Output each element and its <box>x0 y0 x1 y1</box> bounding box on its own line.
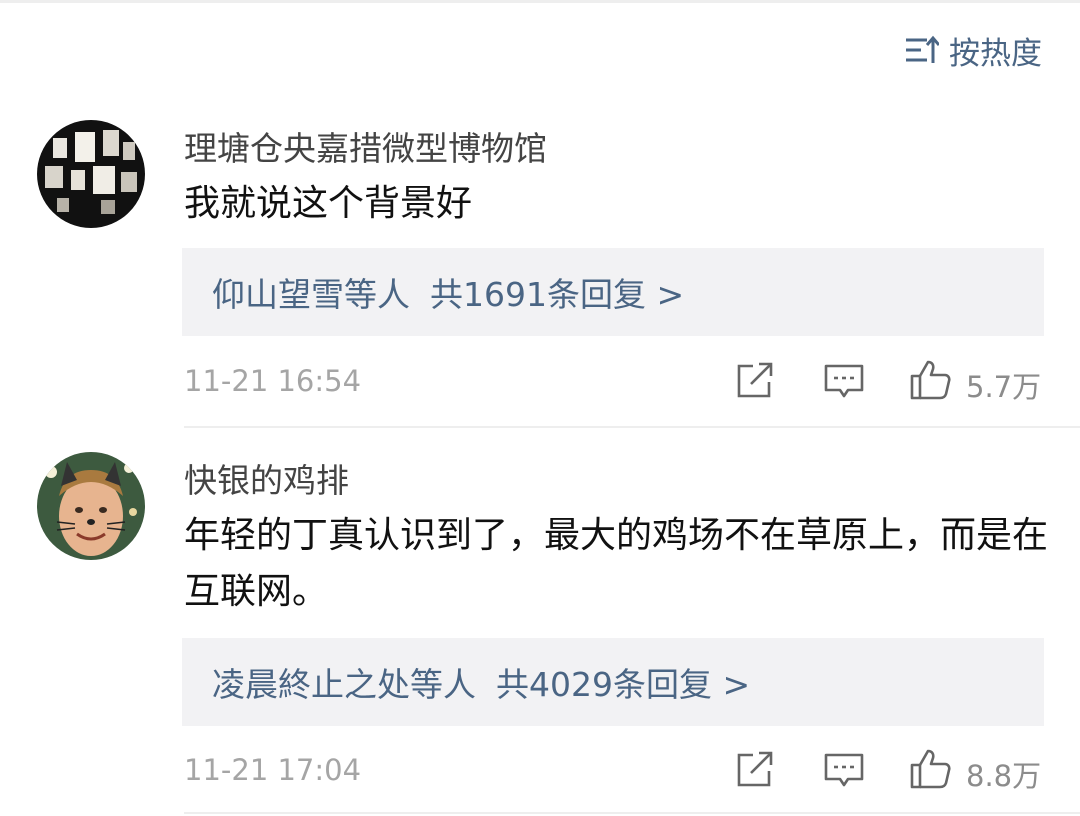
bottom-divider <box>184 812 1080 814</box>
top-divider <box>0 0 1080 3</box>
author-name[interactable]: 理塘仓央嘉措微型博物馆 <box>184 122 547 170</box>
comment-icon[interactable] <box>822 747 866 791</box>
reply-count: 共1691条回复 > <box>430 275 685 314</box>
like-count: 8.8万 <box>966 759 1042 793</box>
comment-icon[interactable] <box>822 358 866 402</box>
sort-label: 按热度 <box>949 35 1042 72</box>
comment-divider <box>184 426 1080 428</box>
sort-by-hot-button[interactable]: 按热度 <box>905 28 1042 72</box>
avatar[interactable] <box>37 120 145 228</box>
like-count: 5.7万 <box>966 370 1042 404</box>
comment-time: 11-21 16:54 <box>184 364 362 398</box>
thumbs-up-icon[interactable] <box>908 747 952 791</box>
share-icon[interactable] <box>733 358 777 402</box>
lantern-avatar-icon <box>37 120 145 228</box>
replies-link[interactable]: 仰山望雪等人 共1691条回复 > <box>182 248 1044 336</box>
sort-icon <box>906 35 939 63</box>
reply-count: 共4029条回复 > <box>496 665 751 704</box>
reply-names: 凌晨終止之处等人 <box>212 665 476 704</box>
replies-link[interactable]: 凌晨終止之处等人 共4029条回复 > <box>182 638 1044 726</box>
thumbs-up-icon[interactable] <box>908 358 952 402</box>
author-name[interactable]: 快银的鸡排 <box>184 454 349 502</box>
cat-face-avatar-icon <box>37 452 145 560</box>
avatar[interactable] <box>37 452 145 560</box>
comment-meta: 11-21 16:54 5.7万 <box>0 358 1080 408</box>
reply-names: 仰山望雪等人 <box>212 275 410 314</box>
share-icon[interactable] <box>733 747 777 791</box>
comment-text: 我就说这个背景好 <box>184 183 473 224</box>
comment-time: 11-21 17:04 <box>184 753 362 787</box>
comment-text: 年轻的丁真认识到了，最大的鸡场不在草原上，而是在互联网。 <box>184 515 1049 612</box>
comment-meta: 11-21 17:04 8.8万 <box>0 747 1080 797</box>
